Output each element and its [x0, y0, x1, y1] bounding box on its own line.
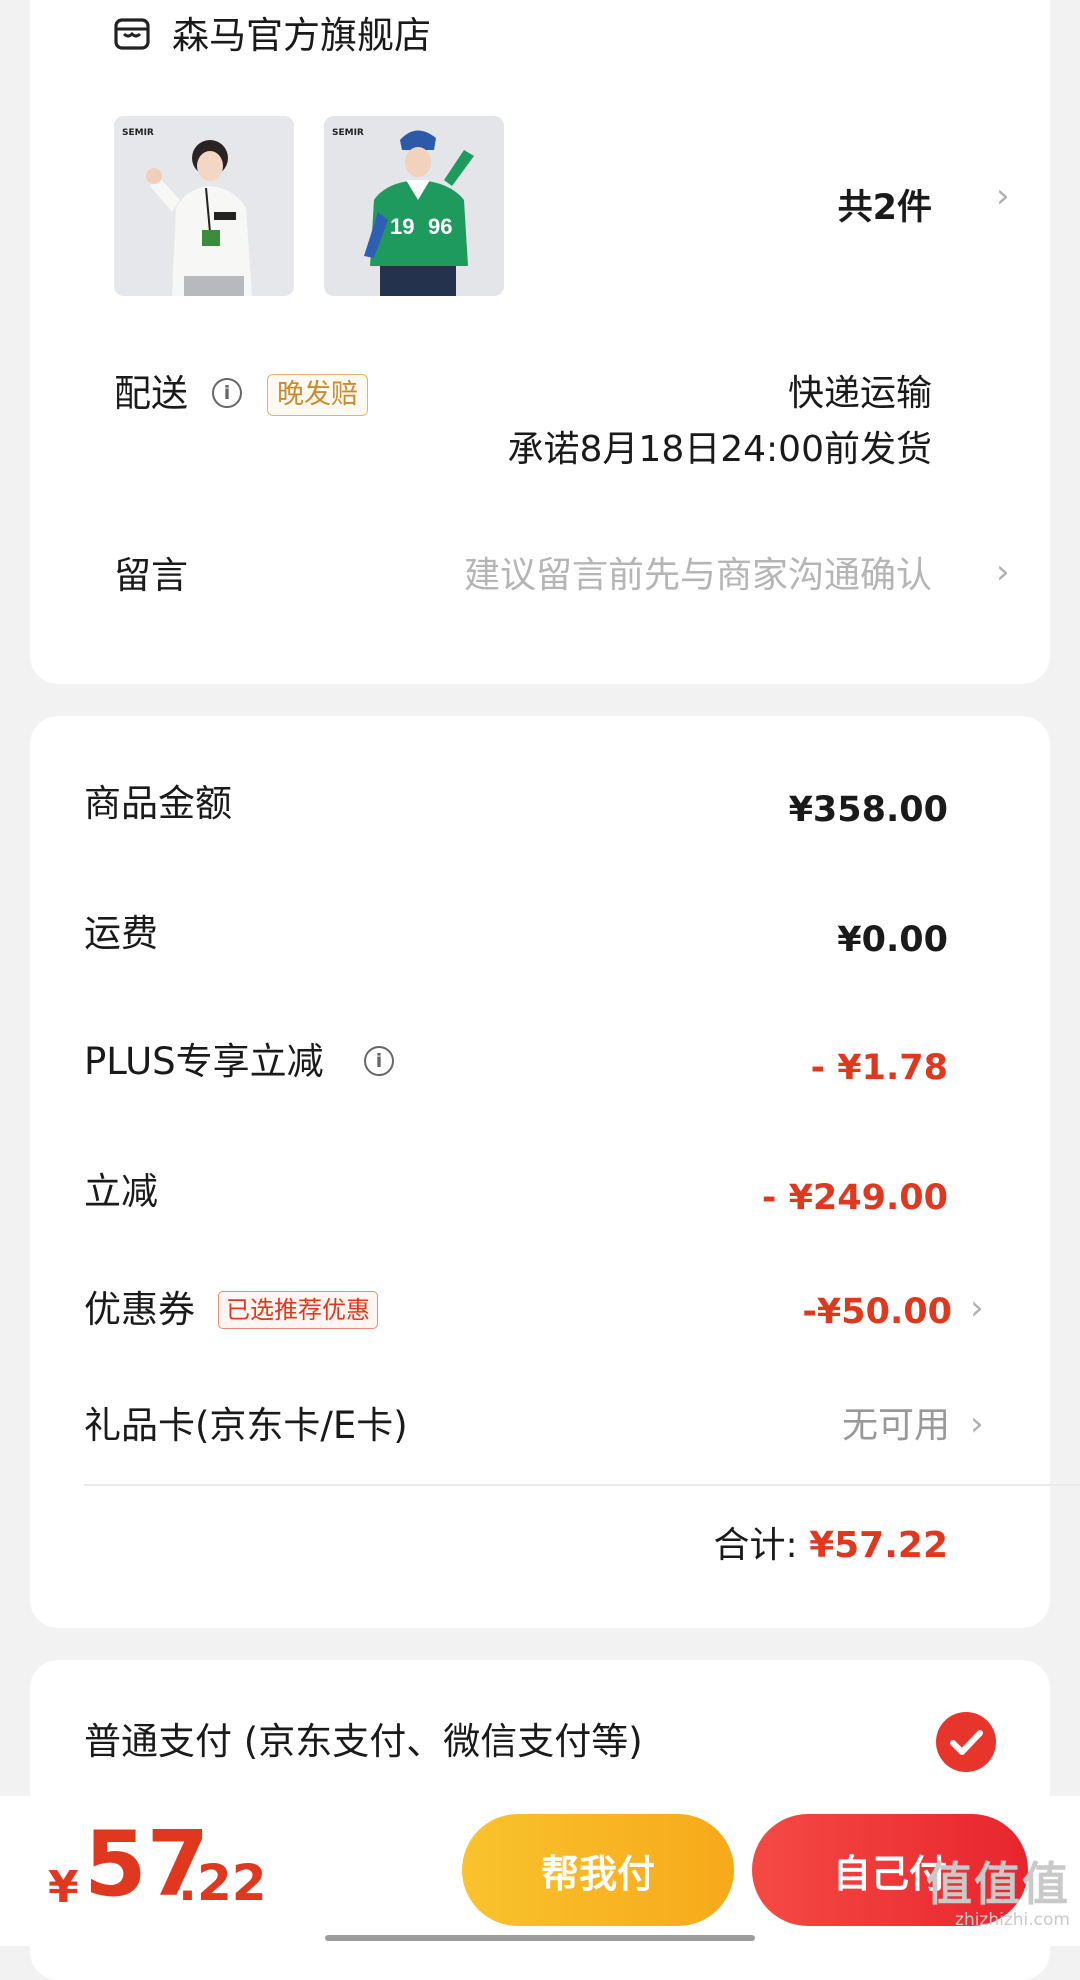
- goods-amount-value: ¥358.00: [788, 790, 948, 830]
- message-label: 留言: [114, 554, 188, 597]
- store-icon: [114, 18, 150, 50]
- product-image-white-sweater: [114, 116, 294, 296]
- late-compensation-badge: 晚发赔: [267, 374, 368, 416]
- divider: [84, 1484, 1080, 1486]
- shipping-label: 运费: [84, 912, 158, 955]
- bottom-bar: ¥ 57 .22 帮我付 自己付: [0, 1796, 1080, 1946]
- coupon-label: 优惠券: [84, 1288, 195, 1331]
- store-card: 森马官方旗舰店 SEMIR 19 96 SEMIR 共2件 › 配送 i 晚发赔…: [30, 0, 1050, 684]
- total-row: 合计: ¥57.22: [348, 1524, 948, 1568]
- pay-amount-decimal: .22: [178, 1854, 267, 1912]
- store-name[interactable]: 森马官方旗舰店: [172, 14, 431, 58]
- gift-card-label: 礼品卡(京东卡/E卡): [84, 1404, 408, 1447]
- total-value: ¥57.22: [809, 1525, 948, 1566]
- shipping-value: ¥0.00: [837, 920, 948, 960]
- currency-symbol: ¥: [48, 1862, 79, 1913]
- instant-discount-label: 立减: [84, 1170, 158, 1213]
- price-card: [30, 716, 1050, 1628]
- product-thumbnail[interactable]: SEMIR: [114, 116, 294, 296]
- watermark-logo: 值值值: [926, 1857, 1070, 1911]
- chevron-right-icon[interactable]: ›: [970, 1286, 984, 1330]
- chevron-right-icon[interactable]: ›: [970, 1402, 984, 1446]
- watermark-url: zhizhizhi.com: [955, 1910, 1070, 1930]
- delivery-promise: 承诺8月18日24:00前发货: [507, 429, 932, 470]
- total-label: 合计:: [713, 1525, 798, 1566]
- item-count[interactable]: 共2件: [838, 186, 932, 230]
- chevron-right-icon[interactable]: ›: [996, 174, 1010, 218]
- goods-amount-label: 商品金额: [84, 782, 232, 825]
- watermark: 值值值 zhizhizhi.com: [926, 1858, 1070, 1930]
- product-image-green-sweater: 19 96: [324, 116, 504, 296]
- brand-tag: SEMIR: [122, 128, 154, 138]
- chevron-right-icon[interactable]: ›: [996, 550, 1010, 594]
- home-indicator[interactable]: [325, 1935, 755, 1941]
- svg-text:19: 19: [390, 214, 414, 239]
- product-thumbnail[interactable]: 19 96 SEMIR: [324, 116, 504, 296]
- message-input[interactable]: 建议留言前先与商家沟通确认: [232, 554, 932, 598]
- delivery-label: 配送: [114, 372, 188, 415]
- info-icon[interactable]: i: [212, 378, 242, 408]
- brand-tag: SEMIR: [332, 128, 364, 138]
- plus-discount-label: PLUS专享立减: [84, 1040, 324, 1083]
- coupon-selected-badge: 已选推荐优惠: [218, 1291, 378, 1329]
- plus-discount-value: - ¥1.78: [810, 1048, 948, 1088]
- help-me-pay-button[interactable]: 帮我付: [462, 1814, 734, 1926]
- payment-method-label[interactable]: 普通支付 (京东支付、微信支付等): [84, 1720, 643, 1764]
- delivery-method: 快递运输: [787, 373, 932, 414]
- instant-discount-value: - ¥249.00: [761, 1178, 948, 1218]
- info-icon[interactable]: i: [364, 1046, 394, 1076]
- coupon-value[interactable]: -¥50.00: [552, 1290, 952, 1334]
- svg-text:96: 96: [428, 214, 452, 239]
- gift-card-value[interactable]: 无可用: [550, 1404, 950, 1448]
- checkmark-icon[interactable]: [936, 1712, 996, 1772]
